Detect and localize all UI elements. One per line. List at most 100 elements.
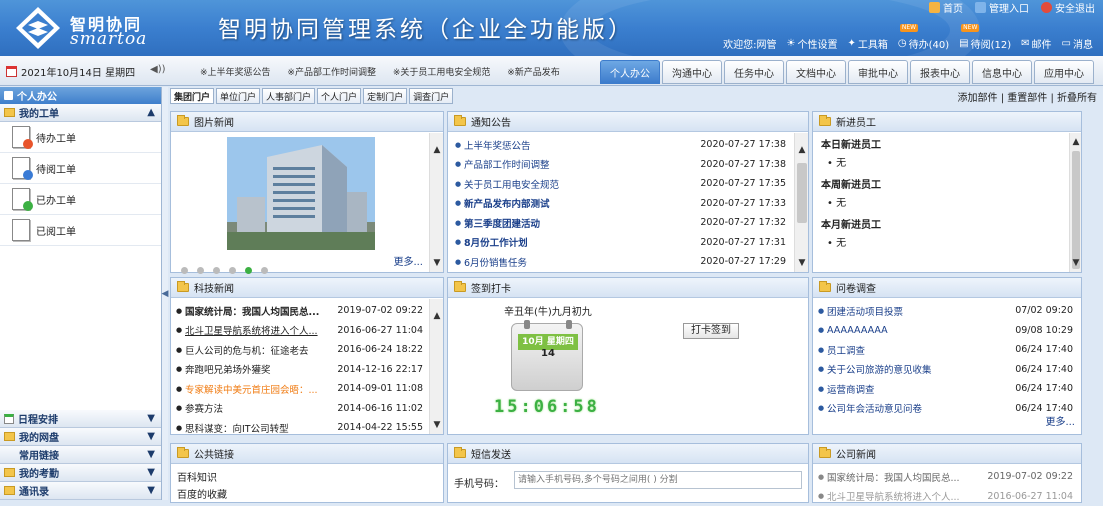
news-title[interactable]: 国家统计局：我国人均国民总... — [185, 304, 337, 318]
carousel-dot[interactable] — [245, 267, 252, 274]
tab-tasks[interactable]: 任务中心 — [724, 60, 784, 84]
survey-title[interactable]: 公司年会活动意见问卷 — [827, 401, 1015, 415]
sidebar-section-attendance[interactable]: 我的考勤▼ — [0, 464, 161, 482]
settings-link[interactable]: ☀个性设置 — [787, 36, 838, 51]
notice-row[interactable]: ●关于员工用电安全规范2020-07-27 17:35 — [452, 174, 790, 194]
scrollbar[interactable]: ▲▼ — [794, 133, 808, 272]
tech-news-row[interactable]: ●参赛方法2014-06-16 11:02 — [173, 399, 427, 419]
tab-group-portal[interactable]: 集团门户 — [170, 88, 214, 104]
tech-news-row[interactable]: ●北斗卫星导航系统将进入个人...2016-06-27 11:04 — [173, 321, 427, 341]
scroll-up-icon[interactable]: ▲ — [795, 143, 809, 157]
tab-custom-portal[interactable]: 定制门户 — [363, 88, 407, 104]
admin-link[interactable]: 管理入口 — [975, 0, 1029, 14]
notice-title[interactable]: 新产品发布内部测试 — [464, 196, 700, 210]
news-title[interactable]: 巨人公司的危与机：征途老去 — [185, 343, 337, 357]
scroll-up-icon[interactable]: ▲ — [430, 143, 444, 157]
carousel-dot[interactable] — [181, 267, 188, 274]
scroll-up-icon[interactable]: ▲ — [1070, 135, 1082, 149]
news-title[interactable]: 北斗卫星导航系统将进入个人... — [185, 323, 337, 337]
tab-unit-portal[interactable]: 单位门户 — [216, 88, 260, 104]
link-item[interactable]: 百科知识 — [177, 469, 437, 486]
scroll-down-icon[interactable]: ▼ — [795, 256, 809, 270]
carousel-dot[interactable] — [261, 267, 268, 274]
checkin-button[interactable]: 打卡签到 — [683, 323, 739, 339]
message-link[interactable]: ▭消息 — [1062, 36, 1093, 51]
tab-applications[interactable]: 应用中心 — [1034, 60, 1094, 84]
news-title[interactable]: 国家统计局：我国人均国民总... — [827, 470, 987, 484]
notice-row[interactable]: ●上半年奖惩公告2020-07-27 17:38 — [452, 135, 790, 155]
phone-input[interactable] — [514, 471, 802, 489]
tech-news-row[interactable]: ●奔跑吧兄弟场外獾奖2014-12-16 22:17 — [173, 360, 427, 380]
scroll-down-icon[interactable]: ▼ — [430, 418, 444, 432]
company-news-row[interactable]: ●国家统计局：我国人均国民总...2019-07-02 09:22 — [815, 467, 1077, 487]
home-link[interactable]: 首页 — [929, 0, 963, 14]
tech-news-row[interactable]: ●思科谋变：向IT公司转型2014-04-22 15:55 — [173, 418, 427, 438]
link-item[interactable]: 百度的收藏 — [177, 486, 437, 503]
scroll-down-icon[interactable]: ▼ — [1070, 256, 1082, 270]
news-title[interactable]: 奔跑吧兄弟场外獾奖 — [185, 362, 337, 376]
marquee-item[interactable]: ※新产品发布 — [507, 68, 560, 78]
survey-title[interactable]: 关于公司旅游的意见收集 — [827, 362, 1015, 376]
sidebar-item-todo[interactable]: 待办工单 — [0, 122, 161, 153]
logout-link[interactable]: 安全退出 — [1041, 0, 1095, 14]
tab-information[interactable]: 信息中心 — [972, 60, 1032, 84]
tech-news-row[interactable]: ●专家解读中美元首庄园会晤：...2014-09-01 11:08 — [173, 379, 427, 399]
sidebar-item-done[interactable]: 已办工单 — [0, 184, 161, 215]
more-link[interactable]: 更多... — [1045, 413, 1075, 428]
news-title[interactable]: 参赛方法 — [185, 401, 337, 415]
scroll-thumb[interactable] — [797, 163, 807, 223]
tab-personal-office[interactable]: 个人办公 — [600, 60, 660, 84]
notice-title[interactable]: 第三季度团建活动 — [464, 216, 700, 230]
marquee-item[interactable]: ※产品部工作时间调整 — [287, 68, 376, 78]
survey-title[interactable]: 员工调查 — [827, 343, 1015, 357]
marquee-item[interactable]: ※上半年奖惩公告 — [200, 68, 271, 78]
tab-hr-portal[interactable]: 人事部门户 — [262, 88, 315, 104]
sidebar-section-disk[interactable]: 我的网盘▼ — [0, 428, 161, 446]
notice-row[interactable]: ●8月份工作计划2020-07-27 17:31 — [452, 233, 790, 253]
survey-row[interactable]: ●员工调查06/24 17:40 — [815, 340, 1077, 360]
tech-news-row[interactable]: ●国家统计局：我国人均国民总...2019-07-02 09:22 — [173, 301, 427, 321]
sidebar-item-read[interactable]: 已阅工单 — [0, 215, 161, 246]
survey-row[interactable]: ●AAAAAAAAA09/08 10:29 — [815, 321, 1077, 341]
tab-reports[interactable]: 报表中心 — [910, 60, 970, 84]
carousel-dot[interactable] — [213, 267, 220, 274]
survey-row[interactable]: ●公司年会活动意见问卷06/24 17:40 — [815, 399, 1077, 419]
sidebar-section-contacts[interactable]: 通讯录▼ — [0, 482, 161, 500]
toread-link[interactable]: NEW▤待阅(12) — [959, 36, 1011, 51]
todo-link[interactable]: NEW◷待办(40) — [898, 36, 949, 51]
mail-link[interactable]: ✉邮件 — [1021, 36, 1051, 51]
notice-row[interactable]: ●新产品发布内部测试2020-07-27 17:33 — [452, 194, 790, 214]
notice-row[interactable]: ●产品部工作时间调整2020-07-27 17:38 — [452, 155, 790, 175]
tab-communication[interactable]: 沟通中心 — [662, 60, 722, 84]
notice-title[interactable]: 产品部工作时间调整 — [464, 157, 700, 171]
notice-title[interactable]: 6月份销售任务 — [464, 255, 700, 269]
scrollbar[interactable]: ▲▼ — [429, 299, 443, 434]
scroll-thumb[interactable] — [1072, 151, 1080, 269]
news-photo[interactable] — [227, 137, 375, 250]
notice-title[interactable]: 8月份工作计划 — [464, 235, 700, 249]
notice-row[interactable]: ●6月份销售任务2020-07-27 17:29 — [452, 252, 790, 272]
tab-approval[interactable]: 审批中心 — [848, 60, 908, 84]
survey-row[interactable]: ●关于公司旅游的意见收集06/24 17:40 — [815, 360, 1077, 380]
speaker-icon[interactable]: ◀)) — [150, 64, 166, 75]
scroll-down-icon[interactable]: ▼ — [430, 256, 444, 270]
company-news-row[interactable]: ●北斗卫星导航系统将进入个人...2016-06-27 11:04 — [815, 487, 1077, 506]
notice-title[interactable]: 关于员工用电安全规范 — [464, 177, 700, 191]
survey-title[interactable]: 团建活动项目投票 — [827, 304, 1015, 318]
portal-actions[interactable]: 添加部件 | 重置部件 | 折叠所有 — [958, 89, 1097, 104]
scrollbar[interactable]: ▲▼ — [1069, 133, 1081, 272]
scroll-up-icon[interactable]: ▲ — [430, 309, 444, 323]
news-title[interactable]: 专家解读中美元首庄园会晤：... — [185, 382, 337, 396]
carousel-dot[interactable] — [229, 267, 236, 274]
survey-title[interactable]: AAAAAAAAA — [827, 325, 1015, 336]
scrollbar[interactable]: ▲▼ — [429, 133, 443, 272]
news-title[interactable]: 思科谋变：向IT公司转型 — [185, 421, 337, 435]
toolbox-link[interactable]: ✦工具箱 — [848, 36, 888, 51]
sidebar-item-toread[interactable]: 待阅工单 — [0, 153, 161, 184]
sidebar-section-my-work[interactable]: 我的工单 ▲ — [0, 104, 161, 122]
tab-personal-portal[interactable]: 个人门户 — [317, 88, 361, 104]
more-link[interactable]: 更多... — [393, 253, 423, 268]
notice-title[interactable]: 上半年奖惩公告 — [464, 138, 700, 152]
carousel-dot[interactable] — [197, 267, 204, 274]
news-title[interactable]: 北斗卫星导航系统将进入个人... — [827, 489, 987, 503]
